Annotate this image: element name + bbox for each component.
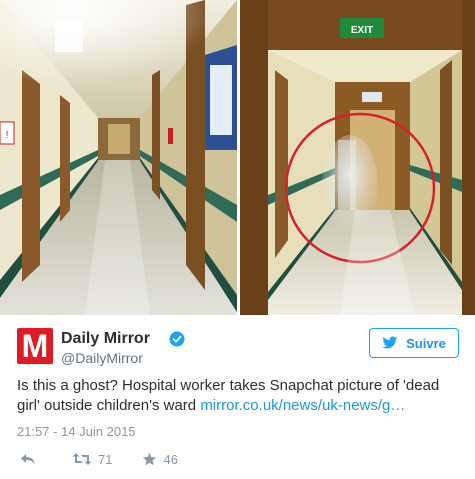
follow-label: Suivre [406,335,446,351]
exit-sign-text: EXIT [351,25,373,36]
author-handle[interactable]: @DailyMirror [61,350,143,366]
logo-letter: M [21,328,49,364]
verified-icon [169,331,185,347]
tweet-link[interactable]: mirror.co.uk/news/uk-news/g… [200,397,405,414]
corridor-left-image: ! [0,0,237,315]
warning-sign-text: ! [6,130,9,141]
tweet-text: Is this a ghost? Hospital worker takes S… [17,376,457,416]
twitter-bird-icon [382,336,398,349]
retweet-button[interactable]: 71 [72,452,112,467]
reply-button[interactable] [20,452,42,466]
photo-corridor-ghost[interactable]: EXIT [240,0,475,315]
author-name[interactable]: Daily Mirror [61,330,150,348]
tweet-card: ! EXIT M Daily Mirror @DailyMirror Suivr… [0,0,475,479]
retweet-icon [72,453,92,465]
daily-mirror-logo[interactable]: M [17,328,53,364]
corridor-ghost-image: EXIT [240,0,475,315]
photo-grid[interactable]: ! EXIT [0,0,475,315]
reply-icon [21,454,35,464]
tweet-header: M Daily Mirror @DailyMirror Suivre [17,328,462,368]
follow-button[interactable]: Suivre [369,328,459,358]
photo-corridor-left[interactable]: ! [0,0,237,315]
like-star-icon [143,452,157,466]
tweet-actions: 71 46 [20,450,208,468]
like-button[interactable]: 46 [142,451,178,467]
retweet-count: 71 [98,451,113,467]
tweet-timestamp[interactable]: 21:57 - 14 Juin 2015 [17,424,136,439]
like-count: 46 [163,451,178,467]
